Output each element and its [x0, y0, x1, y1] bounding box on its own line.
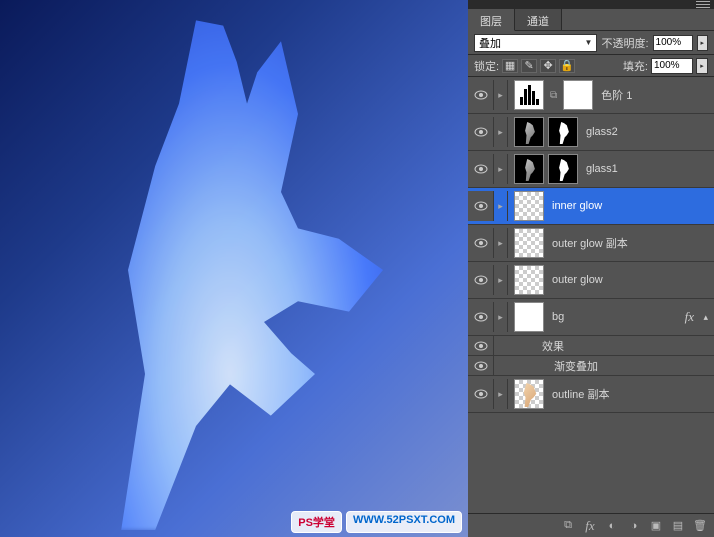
- eye-icon: [474, 164, 488, 174]
- expand-toggle[interactable]: ▸: [494, 379, 508, 409]
- layer-row-glass2[interactable]: ▸ glass2: [468, 114, 714, 151]
- lock-label: 锁定:: [474, 58, 499, 74]
- visibility-toggle[interactable]: [468, 265, 494, 295]
- layer-thumb: [514, 302, 544, 332]
- watermark: PS学堂 WWW.52PSXT.COM: [291, 511, 462, 533]
- lock-all-icon[interactable]: 🔒: [559, 59, 575, 73]
- layer-list: ▸ ⧉ 色阶 1 ▸ glass2 ▸ glass1: [468, 77, 714, 513]
- layer-thumb: [514, 228, 544, 258]
- effect-label: 效果: [494, 338, 564, 354]
- new-group-icon[interactable]: ▣: [648, 518, 664, 534]
- expand-toggle[interactable]: ▸: [494, 80, 508, 110]
- layer-name[interactable]: bg: [544, 311, 564, 323]
- blend-mode-value: 叠加: [479, 35, 501, 51]
- eye-icon: [474, 127, 488, 137]
- panel-grip[interactable]: [468, 0, 714, 9]
- mask-thumb: [548, 117, 578, 147]
- layer-row-levels[interactable]: ▸ ⧉ 色阶 1: [468, 77, 714, 114]
- visibility-toggle[interactable]: [468, 302, 494, 332]
- visibility-toggle[interactable]: [468, 117, 494, 147]
- delete-layer-icon[interactable]: 🗑: [692, 518, 708, 534]
- lock-pixels-icon[interactable]: ✎: [521, 59, 537, 73]
- lock-fill-row: 锁定: ▦ ✎ ✥ 🔒 填充: 100% ▸: [468, 55, 714, 77]
- layer-thumb: [514, 265, 544, 295]
- expand-toggle[interactable]: ▸: [494, 302, 508, 332]
- layer-name[interactable]: outline 副本: [544, 386, 609, 402]
- fx-collapse-icon[interactable]: ▴: [703, 312, 708, 323]
- blend-opacity-row: 叠加 ▼ 不透明度: 100% ▸: [468, 31, 714, 55]
- add-mask-icon[interactable]: ◐: [604, 518, 620, 534]
- layers-bottom-bar: ⧉ fx ◐ ◑ ▣ ▤ 🗑: [468, 513, 714, 537]
- fill-label: 填充:: [623, 58, 648, 74]
- eye-icon: [474, 389, 488, 399]
- layer-thumb: [514, 117, 544, 147]
- expand-toggle[interactable]: ▸: [494, 154, 508, 184]
- layer-row-outline-copy[interactable]: ▸ outline 副本: [468, 376, 714, 413]
- watermark-label: PS学堂: [291, 511, 342, 533]
- eye-icon: [474, 90, 488, 100]
- visibility-toggle[interactable]: [468, 191, 494, 221]
- expand-toggle[interactable]: ▸: [494, 265, 508, 295]
- layer-name[interactable]: glass1: [578, 163, 618, 175]
- adjustment-layer-icon[interactable]: ◑: [626, 518, 642, 534]
- link-icon: ⧉: [548, 90, 559, 101]
- panel-menu-icon[interactable]: [696, 1, 710, 8]
- opacity-stepper[interactable]: ▸: [697, 35, 708, 51]
- eye-icon: [474, 201, 488, 211]
- effect-label: 渐变叠加: [494, 358, 598, 374]
- visibility-toggle[interactable]: [468, 336, 494, 356]
- layer-thumb: [514, 191, 544, 221]
- link-layers-icon[interactable]: ⧉: [560, 518, 576, 534]
- layer-style-icon[interactable]: fx: [582, 518, 598, 534]
- eye-icon: [474, 238, 488, 248]
- expand-toggle[interactable]: ▸: [494, 117, 508, 147]
- mask-thumb: [563, 80, 593, 110]
- watermark-url: WWW.52PSXT.COM: [346, 511, 462, 533]
- tab-channels[interactable]: 通道: [515, 9, 562, 30]
- effect-row-effects[interactable]: 效果: [468, 336, 714, 356]
- layer-row-outer-glow[interactable]: ▸ outer glow: [468, 262, 714, 299]
- canvas-artwork: [60, 10, 400, 530]
- effects-sublist: 效果 渐变叠加: [468, 336, 714, 376]
- panel-tabs: 图层 通道: [468, 9, 714, 31]
- eye-icon: [474, 312, 488, 322]
- layer-row-bg[interactable]: ▸ bg fx ▴: [468, 299, 714, 336]
- eye-icon: [474, 275, 488, 285]
- mask-thumb: [548, 154, 578, 184]
- chevron-down-icon: ▼: [585, 38, 593, 47]
- layer-name[interactable]: 色阶 1: [593, 87, 632, 103]
- layer-name[interactable]: outer glow 副本: [544, 235, 628, 251]
- visibility-toggle[interactable]: [468, 228, 494, 258]
- visibility-toggle[interactable]: [468, 356, 494, 376]
- layer-thumb: [514, 379, 544, 409]
- layer-row-inner-glow[interactable]: ▸ inner glow: [468, 188, 714, 225]
- adjustment-thumb: [514, 80, 544, 110]
- effect-row-gradient-overlay[interactable]: 渐变叠加: [468, 356, 714, 376]
- opacity-input[interactable]: 100%: [653, 35, 693, 51]
- new-layer-icon[interactable]: ▤: [670, 518, 686, 534]
- eye-icon: [474, 361, 488, 371]
- visibility-toggle[interactable]: [468, 379, 494, 409]
- fill-stepper[interactable]: ▸: [696, 58, 708, 74]
- canvas-area: [0, 0, 468, 537]
- expand-toggle[interactable]: ▸: [494, 191, 508, 221]
- eye-icon: [474, 341, 488, 351]
- visibility-toggle[interactable]: [468, 80, 494, 110]
- blend-mode-select[interactable]: 叠加 ▼: [474, 34, 597, 52]
- tab-layers[interactable]: 图层: [468, 9, 515, 31]
- layer-row-glass1[interactable]: ▸ glass1: [468, 151, 714, 188]
- expand-toggle[interactable]: ▸: [494, 228, 508, 258]
- lock-position-icon[interactable]: ✥: [540, 59, 556, 73]
- visibility-toggle[interactable]: [468, 154, 494, 184]
- layer-name[interactable]: inner glow: [544, 200, 602, 212]
- layer-row-outer-glow-copy[interactable]: ▸ outer glow 副本: [468, 225, 714, 262]
- fx-badge: fx: [685, 309, 694, 325]
- opacity-label: 不透明度:: [601, 35, 648, 51]
- layer-thumb: [514, 154, 544, 184]
- lock-transparency-icon[interactable]: ▦: [502, 59, 518, 73]
- layers-panel: 图层 通道 叠加 ▼ 不透明度: 100% ▸ 锁定: ▦ ✎ ✥ 🔒 填充: …: [468, 0, 714, 537]
- fill-input[interactable]: 100%: [651, 58, 693, 74]
- layer-name[interactable]: outer glow: [544, 274, 603, 286]
- layer-name[interactable]: glass2: [578, 126, 618, 138]
